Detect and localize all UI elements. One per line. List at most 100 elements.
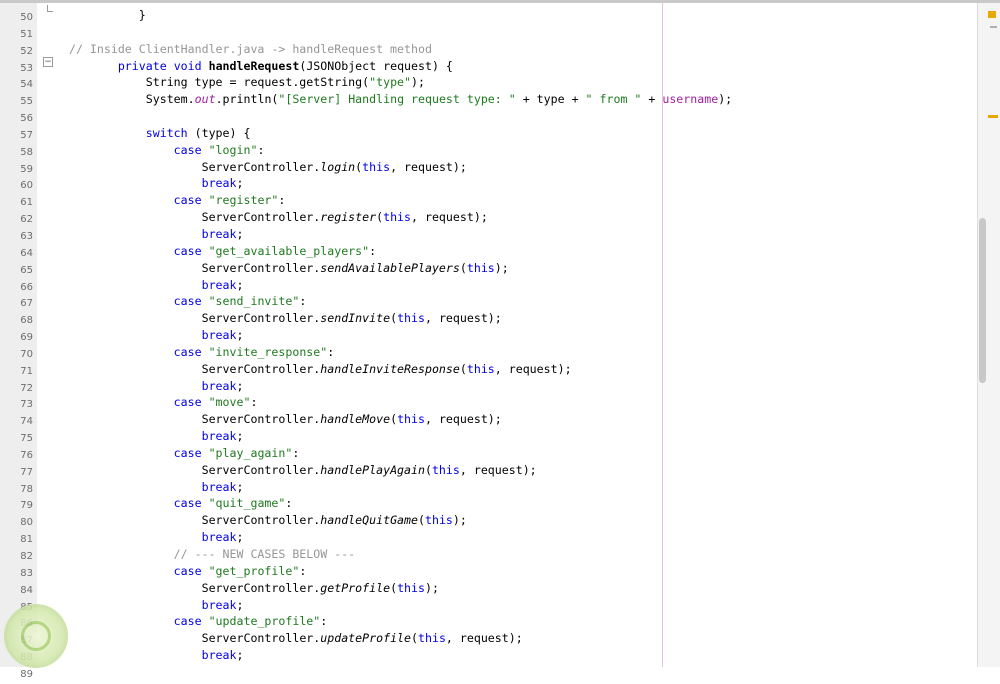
code-line[interactable] <box>55 108 732 125</box>
code-line[interactable]: ServerController.register(this, request)… <box>55 209 732 226</box>
code-token: case <box>173 344 202 359</box>
code-line[interactable]: break; <box>55 479 732 496</box>
code-token: "send_invite" <box>208 294 300 309</box>
code-token: handleInviteResponse <box>320 361 460 376</box>
code-line[interactable]: ServerController.handleQuitGame(this); <box>55 512 732 529</box>
code-line[interactable]: // --- NEW CASES BELOW --- <box>55 546 732 563</box>
code-line[interactable]: case "get_profile": <box>55 563 732 580</box>
line-number: 52 <box>20 45 33 57</box>
line-number: 66 <box>20 281 33 293</box>
code-line[interactable]: break; <box>55 175 732 192</box>
code-token: // Inside ClientHandler.java -> handleRe… <box>68 41 432 56</box>
code-line[interactable]: System.out.println("[Server] Handling re… <box>55 91 732 108</box>
line-number-gutter[interactable]: 50 51 52 53 54 55 56 57 58 59 60 61 62 63 64 65 66 67 68 69… <box>0 3 38 680</box>
code-line[interactable]: case "send_invite": <box>55 293 732 310</box>
code-editor[interactable]: } // Inside ClientHandler.java -> handle… <box>55 3 977 667</box>
fold-end-marker[interactable] <box>47 5 53 12</box>
code-line[interactable]: break; <box>55 327 732 344</box>
code-token: ServerController. <box>201 513 321 528</box>
code-folding-margin[interactable] <box>37 3 55 667</box>
code-token: ( <box>390 580 398 595</box>
line-numbers: 50 51 52 53 54 55 56 57 58 59 60 61 62 63 64 65 66 67 68 69… <box>0 10 33 684</box>
code-token: ( <box>418 513 425 528</box>
code-token: this <box>397 311 425 326</box>
code-token: , request); <box>411 210 488 225</box>
code-token: this <box>466 260 495 275</box>
code-line[interactable]: case "invite_response": <box>55 344 732 361</box>
code-token: "get_available_players" <box>208 243 370 258</box>
code-line[interactable]: ServerController.sendAvailablePlayers(th… <box>55 260 732 277</box>
line-number: 89 <box>20 668 33 680</box>
code-token: ServerController. <box>201 159 321 174</box>
code-token: , request); <box>459 462 537 477</box>
code-line[interactable]: // Inside ClientHandler.java -> handleRe… <box>55 41 732 58</box>
code-token: break <box>201 328 237 343</box>
code-line[interactable]: ServerController.handlePlayAgain(this, r… <box>55 462 732 479</box>
code-token: break <box>201 176 237 191</box>
code-token: ServerController. <box>201 580 321 595</box>
code-token: case <box>173 193 202 208</box>
code-line[interactable]: ServerController.login(this, request); <box>55 159 732 176</box>
line-number: 60 <box>20 180 33 192</box>
code-token: case <box>173 496 202 511</box>
code-line[interactable]: case "get_available_players": <box>55 243 732 260</box>
fold-collapse-icon[interactable]: − <box>43 57 53 67</box>
line-number: 70 <box>20 348 33 360</box>
code-token: "invite_response" <box>208 344 328 359</box>
code-line[interactable]: case "quit_game": <box>55 495 732 512</box>
code-line[interactable]: case "register": <box>55 192 732 209</box>
warning-stripe-marker[interactable] <box>988 115 998 118</box>
code-line[interactable]: ServerController.handleInviteResponse(th… <box>55 361 732 378</box>
code-line[interactable]: break; <box>55 647 732 664</box>
right-margin-guide <box>662 3 663 667</box>
code-token: break <box>201 378 237 393</box>
code-token: break <box>201 226 237 241</box>
code-token: ); <box>411 75 425 90</box>
code-token: (JSONObject request) { <box>299 58 453 73</box>
line-number: 76 <box>20 449 33 461</box>
code-line[interactable]: case "update_profile": <box>55 613 732 630</box>
code-line[interactable]: private void handleRequest(JSONObject re… <box>55 58 732 75</box>
code-line[interactable]: switch (type) { <box>55 125 732 142</box>
code-line[interactable]: case "play_again": <box>55 445 732 462</box>
code-token: "[Server] Handling request type: " <box>278 92 516 107</box>
annotation-marker[interactable] <box>990 26 997 28</box>
code-token: this <box>397 580 425 595</box>
code-line[interactable]: ServerController.handleMove(this, reques… <box>55 411 732 428</box>
code-token: // --- NEW CASES BELOW --- <box>173 547 356 561</box>
line-number: 81 <box>20 534 33 546</box>
line-number: 54 <box>20 79 33 91</box>
code-line[interactable]: String type = request.getString("type"); <box>55 74 732 91</box>
code-line[interactable]: break; <box>55 378 732 395</box>
vertical-scrollbar-thumb[interactable] <box>979 218 986 383</box>
line-number: 75 <box>20 433 33 445</box>
code-line[interactable]: ServerController.getProfile(this); <box>55 580 732 597</box>
code-token: + <box>641 92 663 107</box>
code-token: "login" <box>208 142 258 157</box>
code-token: "register" <box>208 193 279 208</box>
code-token: ( <box>459 260 467 275</box>
code-token: case <box>173 614 202 629</box>
code-line[interactable]: break; <box>55 597 732 614</box>
code-line[interactable]: case "login": <box>55 142 732 159</box>
code-line[interactable]: break; <box>55 277 732 294</box>
code-line[interactable]: break; <box>55 529 732 546</box>
line-number: 82 <box>20 551 33 562</box>
line-number: 62 <box>20 214 33 226</box>
code-line[interactable]: ServerController.sendInvite(this, reques… <box>55 310 732 327</box>
code-line[interactable]: case "move": <box>55 394 732 411</box>
code-line[interactable]: break; <box>55 428 732 445</box>
code-line[interactable]: } <box>55 7 732 24</box>
code-token: updateProfile <box>320 631 412 646</box>
line-number: 83 <box>20 567 33 579</box>
line-number: 73 <box>20 399 33 411</box>
code-token: , request); <box>424 311 502 326</box>
code-line[interactable]: break; <box>55 226 732 243</box>
code-line[interactable]: ServerController.updateProfile(this, req… <box>55 630 732 647</box>
code-token: ); <box>494 260 509 275</box>
code-line[interactable] <box>55 24 732 41</box>
line-number: 78 <box>20 483 33 495</box>
line-number: 71 <box>20 365 33 377</box>
warning-marker-icon[interactable] <box>988 11 996 18</box>
code-token: break <box>201 429 237 444</box>
